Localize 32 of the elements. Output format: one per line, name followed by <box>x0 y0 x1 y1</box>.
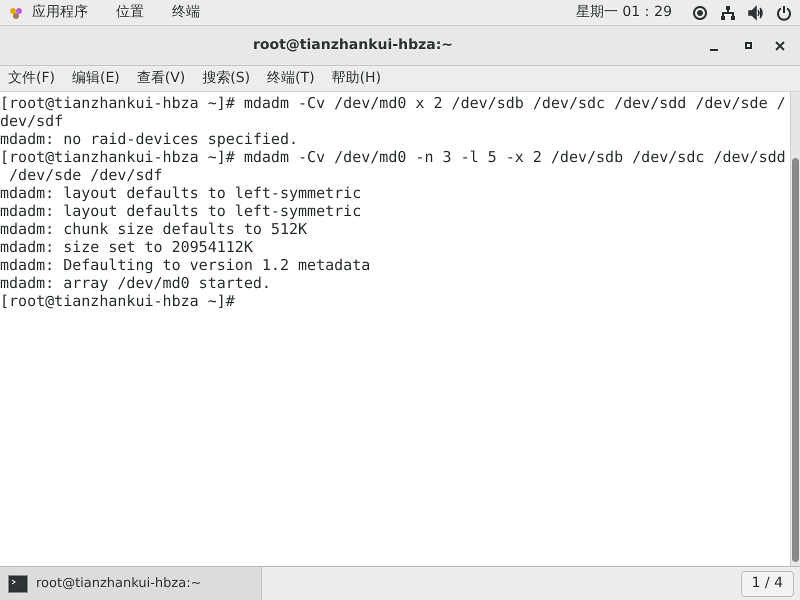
terminal-line: dev/sdf <box>0 112 64 130</box>
workspace-indicator[interactable]: 1 / 4 <box>740 570 794 596</box>
terminal-line: mdadm: layout defaults to left-symmetric <box>0 184 362 202</box>
menu-item[interactable]: 搜索(S) <box>202 68 250 89</box>
menu-item[interactable]: 文件(F) <box>8 68 55 89</box>
terminal-line: mdadm: size set to 20954112K <box>0 238 253 256</box>
close-icon[interactable] <box>774 40 786 52</box>
network-icon[interactable] <box>720 4 736 20</box>
terminal-line: [root@tianzhankui-hbza ~]# mdadm -Cv /dev/md0 x 2 /dev/sdb /dev/sdc /dev/sdd /dev/sde / <box>0 94 786 112</box>
terminal-line: /dev/sde /dev/sdf <box>8 166 163 184</box>
menu-item[interactable]: 帮助(H) <box>332 68 382 89</box>
power-icon[interactable] <box>776 4 792 20</box>
menu-item[interactable]: 终端(T) <box>267 68 315 89</box>
menu-item[interactable]: 查看(V) <box>136 68 186 89</box>
record-icon[interactable] <box>692 4 708 20</box>
terminal-line: mdadm: chunk size defaults to 512K <box>0 220 308 238</box>
window-title: root@tianzhankui-hbza:~ <box>252 36 454 55</box>
terminal-line: mdadm: no raid-devices specified. <box>0 130 298 148</box>
volume-icon[interactable] <box>748 4 764 20</box>
clock[interactable]: 星期一 01：29 <box>576 2 672 23</box>
top-menu[interactable]: 应用程序 <box>32 2 88 23</box>
scrollbar[interactable] <box>790 92 800 566</box>
menu-item[interactable]: 编辑(E) <box>72 68 120 89</box>
taskbar-item[interactable]: root@tianzhankui-hbza:~ <box>0 567 262 600</box>
terminal-icon <box>8 574 28 592</box>
top-menu[interactable]: 终端 <box>172 2 200 23</box>
terminal-line: [root@tianzhankui-hbza ~]# mdadm -Cv /dev/md0 -n 3 -l 5 -x 2 /dev/sdb /dev/sdc /dev/sdd <box>0 148 786 166</box>
top-menu[interactable]: 位置 <box>116 2 144 23</box>
terminal-line: mdadm: array /dev/md0 started. <box>0 274 271 292</box>
terminal-line: [root@tianzhankui-hbza ~]# <box>0 292 235 310</box>
terminal-line: mdadm: Defaulting to version 1.2 metadata <box>0 256 370 274</box>
terminal-line: mdadm: layout defaults to left-symmetric <box>0 202 362 220</box>
